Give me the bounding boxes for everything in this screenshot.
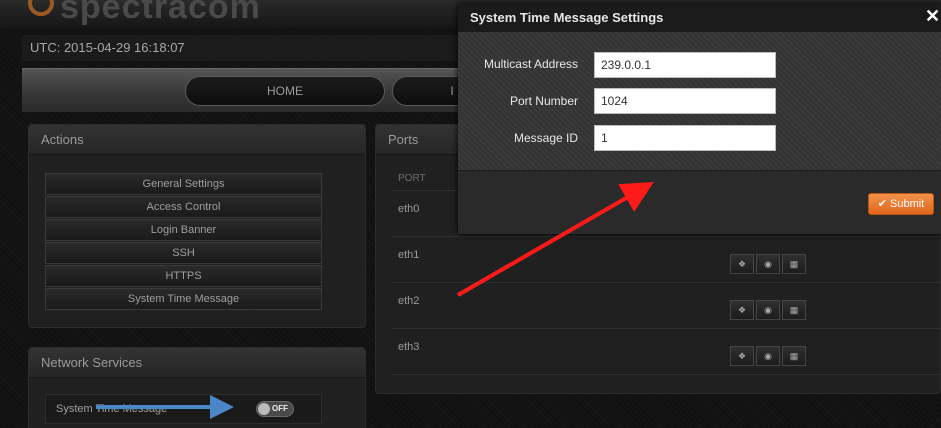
service-row: System Time Message OFF (45, 394, 322, 424)
info-icon[interactable]: ❖ (730, 346, 754, 366)
info-icon[interactable]: ❖ (730, 300, 754, 320)
close-icon[interactable]: ✕ (925, 6, 941, 27)
toggle-state: OFF (272, 404, 288, 413)
multicast-address-input[interactable] (594, 52, 776, 78)
app-root: spectracom UTC: 2015-04-29 16:18:07 HOME… (0, 0, 941, 428)
message-id-input[interactable] (594, 125, 776, 151)
gear-icon[interactable]: ◉ (756, 300, 780, 320)
network-services-title: Network Services (29, 348, 365, 378)
port-name: eth2 (398, 295, 420, 307)
action-https[interactable]: HTTPS (45, 265, 322, 287)
submit-button[interactable]: ✔ Submit (868, 193, 934, 215)
service-label: System Time Message (56, 403, 168, 415)
grid-icon[interactable]: ▦ (782, 254, 806, 274)
table-row: eth2 ❖ ◉ ▦ (392, 283, 940, 329)
dialog-footer: ✔ Submit (458, 170, 941, 234)
nav-home-button[interactable]: HOME (185, 76, 385, 106)
grid-icon[interactable]: ▦ (782, 300, 806, 320)
gear-icon[interactable]: ◉ (756, 254, 780, 274)
actions-title: Actions (29, 125, 365, 155)
message-id-label: Message ID (513, 131, 578, 145)
port-number-input[interactable] (594, 88, 776, 114)
action-ssh[interactable]: SSH (45, 242, 322, 264)
toggle-knob (258, 403, 270, 415)
port-name: eth3 (398, 341, 420, 353)
system-time-message-dialog: System Time Message Settings ✕ Multicast… (458, 4, 941, 234)
gear-icon[interactable]: ◉ (756, 346, 780, 366)
action-general-settings[interactable]: General Settings (45, 173, 322, 195)
multicast-address-label: Multicast Address (483, 57, 578, 71)
port-name: eth0 (398, 203, 420, 215)
actions-menu: General Settings Access Control Login Ba… (45, 173, 322, 311)
grid-icon[interactable]: ▦ (782, 346, 806, 366)
port-name: eth1 (398, 249, 420, 261)
port-actions: ❖ ◉ ▦ (730, 254, 806, 274)
service-toggle[interactable]: OFF (256, 401, 294, 417)
action-access-control[interactable]: Access Control (45, 196, 322, 218)
action-system-time-message[interactable]: System Time Message (45, 288, 322, 310)
info-icon[interactable]: ❖ (730, 254, 754, 274)
port-number-label: Port Number (509, 94, 578, 108)
logo: spectracom (60, 0, 261, 26)
actions-panel: Actions General Settings Access Control … (28, 124, 366, 328)
utc-clock: UTC: 2015-04-29 16:18:07 (30, 40, 185, 55)
port-actions: ❖ ◉ ▦ (730, 300, 806, 320)
action-login-banner[interactable]: Login Banner (45, 219, 322, 241)
dialog-body: Multicast Address Port Number Message ID (458, 32, 941, 170)
dialog-title: System Time Message Settings (458, 4, 941, 32)
table-row: eth3 ❖ ◉ ▦ (392, 329, 940, 375)
port-actions: ❖ ◉ ▦ (730, 346, 806, 366)
network-services-panel: Network Services System Time Message OFF (28, 347, 366, 428)
table-row: eth1 ❖ ◉ ▦ (392, 237, 940, 283)
